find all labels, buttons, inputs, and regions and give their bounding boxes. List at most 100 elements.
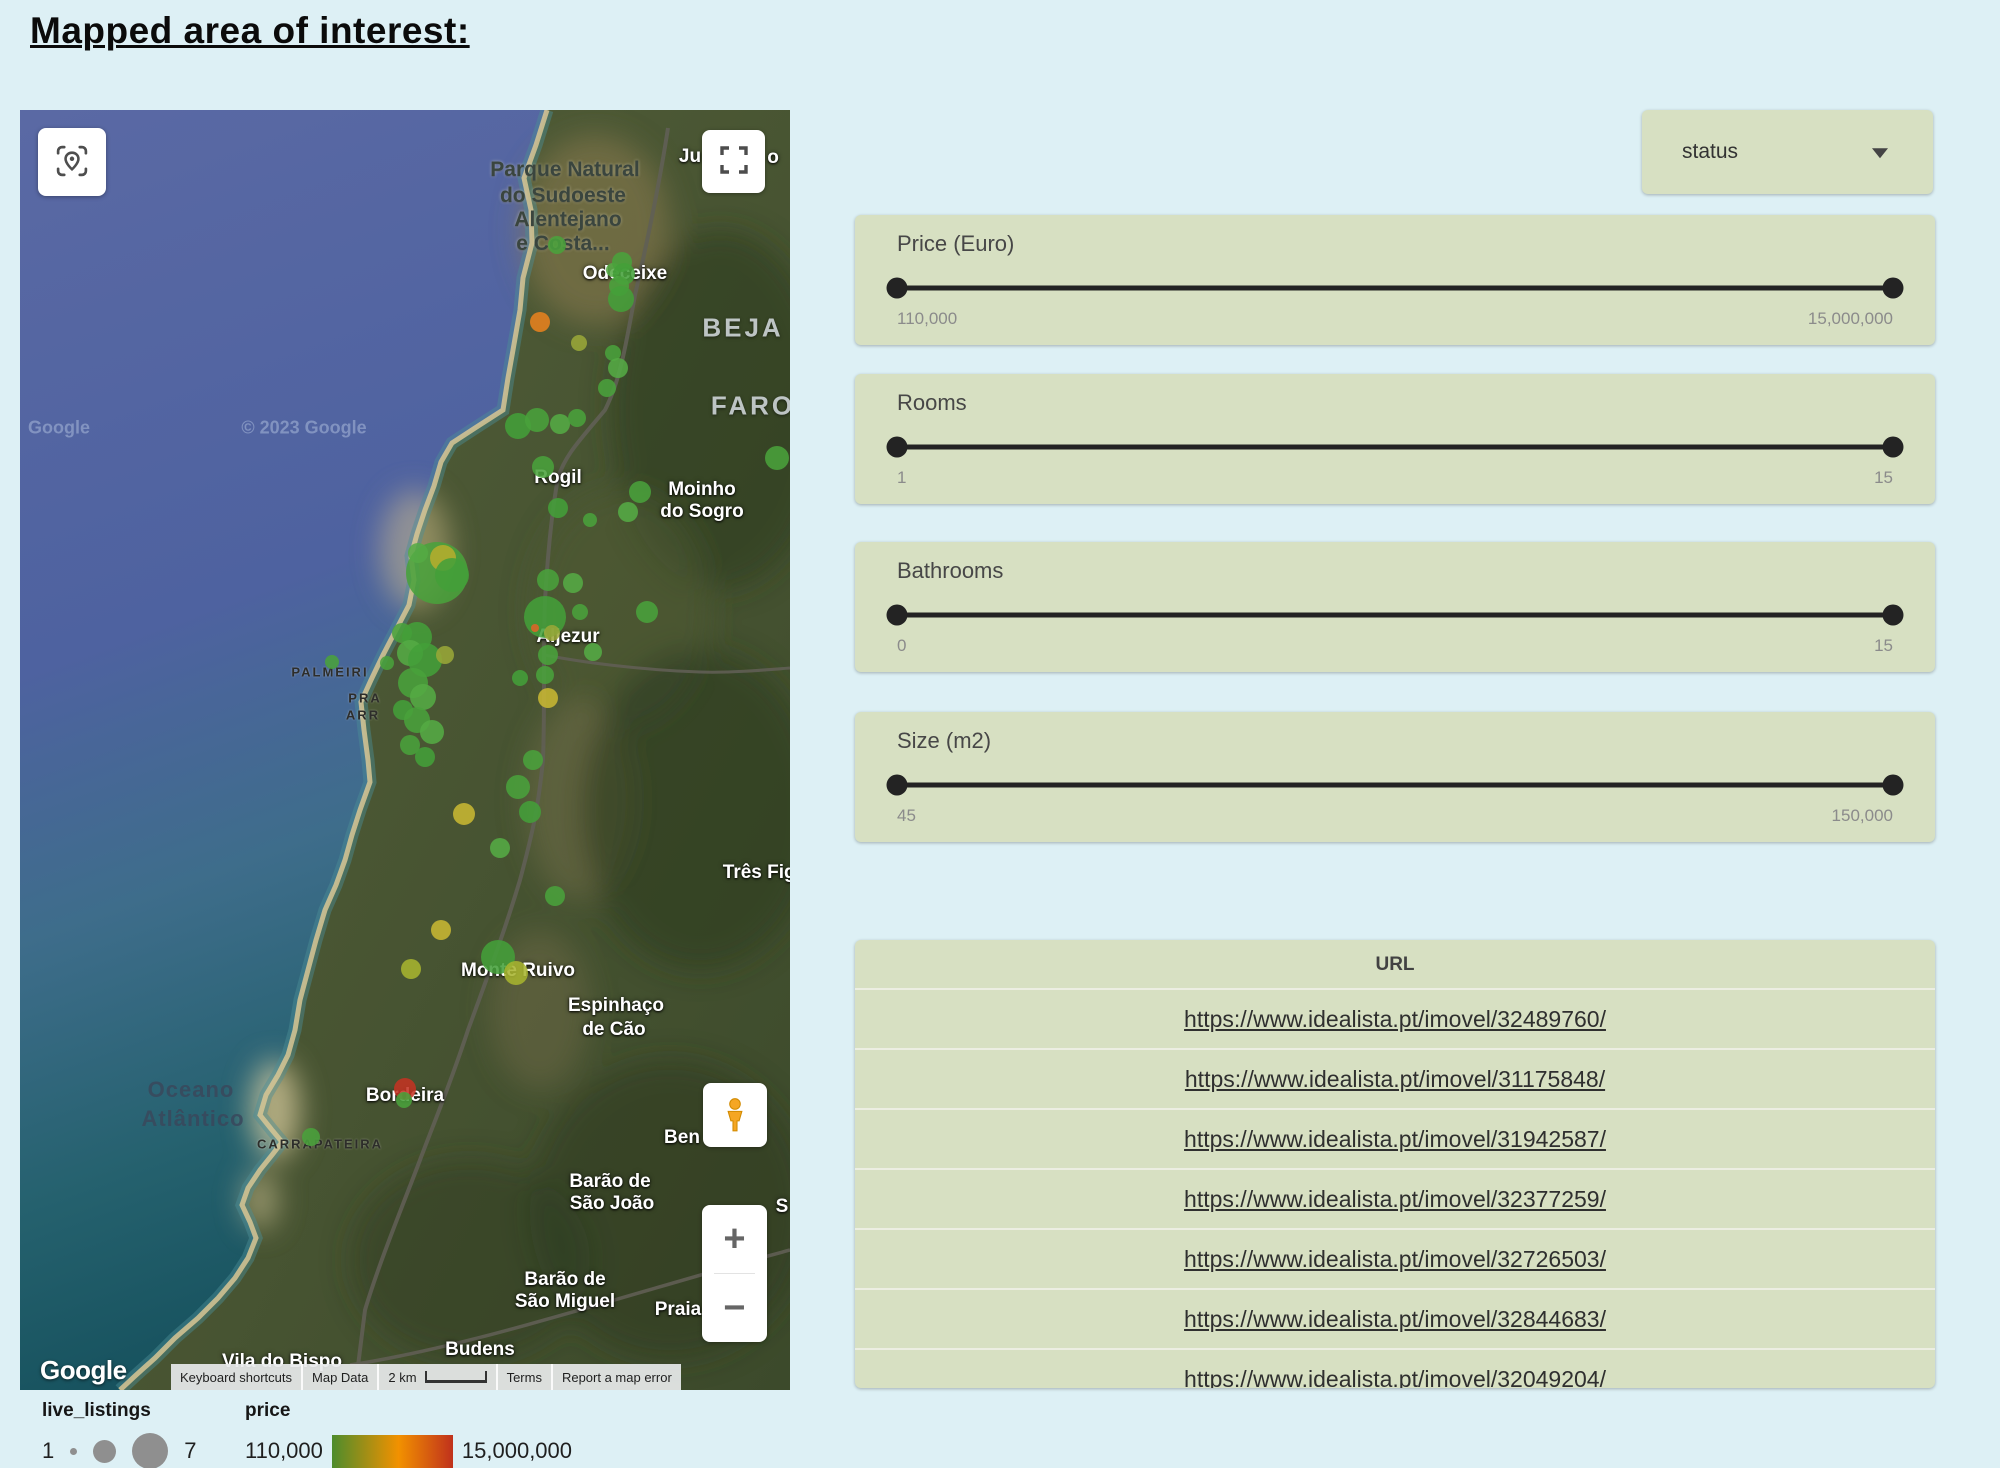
listing-link[interactable]: https://www.idealista.pt/imovel/32049204… (1184, 1366, 1606, 1389)
bathrooms-slider-track[interactable] (897, 613, 1893, 618)
size-filter-card: Size (m2) 45 150,000 (855, 712, 1935, 842)
bathrooms-slider-min-handle[interactable] (887, 605, 908, 626)
fullscreen-icon (716, 142, 752, 181)
listing-marker[interactable] (618, 502, 638, 522)
bathrooms-slider-max-handle[interactable] (1883, 605, 1904, 626)
listing-marker[interactable] (435, 558, 469, 592)
google-logo: Google (40, 1355, 127, 1386)
listing-marker[interactable] (636, 601, 658, 623)
listing-marker[interactable] (563, 573, 583, 593)
listing-marker[interactable] (408, 543, 428, 563)
listing-marker[interactable] (401, 959, 421, 979)
listing-marker[interactable] (530, 312, 550, 332)
rooms-slider-min-handle[interactable] (887, 437, 908, 458)
status-dropdown[interactable]: status (1642, 110, 1933, 194)
listing-marker[interactable] (410, 684, 436, 710)
rooms-slider-max-handle[interactable] (1883, 437, 1904, 458)
listing-marker[interactable] (550, 414, 570, 434)
size-slider-max-handle[interactable] (1883, 775, 1904, 796)
keyboard-shortcuts-link[interactable]: Keyboard shortcuts (171, 1364, 301, 1390)
status-dropdown-label: status (1682, 140, 1738, 164)
listing-link[interactable]: https://www.idealista.pt/imovel/31942587… (1184, 1126, 1606, 1153)
listing-marker[interactable] (436, 646, 454, 664)
fullscreen-button[interactable] (702, 130, 765, 193)
size-slider-min-handle[interactable] (887, 775, 908, 796)
listing-marker[interactable] (532, 456, 554, 478)
listing-marker[interactable] (608, 358, 628, 378)
listing-marker[interactable] (598, 379, 616, 397)
listing-link[interactable]: https://www.idealista.pt/imovel/32726503… (1184, 1246, 1606, 1273)
map-data-link[interactable]: Map Data (301, 1364, 377, 1390)
listing-marker[interactable] (512, 670, 528, 686)
listing-marker[interactable] (536, 666, 554, 684)
listing-marker[interactable] (420, 720, 444, 744)
report-map-error-link[interactable]: Report a map error (551, 1364, 681, 1390)
listing-marker[interactable] (380, 656, 394, 670)
rooms-min-value: 1 (897, 468, 906, 488)
listing-marker[interactable] (453, 803, 475, 825)
listing-marker[interactable] (571, 335, 587, 351)
legend-price-min: 110,000 (245, 1438, 323, 1464)
listing-marker[interactable] (584, 643, 602, 661)
size-slider-track[interactable] (897, 783, 1893, 788)
bathrooms-min-value: 0 (897, 636, 906, 656)
listing-marker[interactable] (629, 481, 651, 503)
listing-marker[interactable] (568, 409, 586, 427)
zoom-in-button[interactable]: + (702, 1205, 767, 1273)
listing-marker[interactable] (431, 920, 451, 940)
map-attribution-bar: Keyboard shortcuts Map Data 2 km Terms R… (171, 1364, 790, 1390)
listing-marker[interactable] (525, 408, 549, 432)
listing-link[interactable]: https://www.idealista.pt/imovel/32844683… (1184, 1306, 1606, 1333)
listing-marker[interactable] (325, 655, 339, 669)
listing-marker[interactable] (572, 604, 588, 620)
rooms-slider-track[interactable] (897, 445, 1893, 450)
terms-link[interactable]: Terms (496, 1364, 551, 1390)
live-listings-legend: 1 7 (42, 1430, 197, 1468)
listing-marker[interactable] (544, 625, 560, 641)
listing-marker[interactable] (531, 624, 539, 632)
map-scale: 2 km (377, 1364, 495, 1390)
listing-marker[interactable] (490, 838, 510, 858)
listing-marker[interactable] (538, 645, 558, 665)
listing-marker[interactable] (538, 688, 558, 708)
select-area-button[interactable] (38, 128, 106, 196)
size-slider-label: Size (m2) (897, 728, 991, 754)
bathrooms-slider[interactable] (855, 595, 1935, 635)
listing-marker[interactable] (583, 513, 597, 527)
rooms-slider-label: Rooms (897, 390, 967, 416)
listing-marker[interactable] (302, 1128, 320, 1146)
price-legend: 110,000 15,000,000 (245, 1430, 572, 1468)
listing-marker[interactable] (519, 801, 541, 823)
price-slider-max-handle[interactable] (1883, 278, 1904, 299)
listing-marker[interactable] (548, 236, 566, 254)
map[interactable]: Parque Naturaldo SudoesteAlentejanoe Cos… (20, 110, 790, 1390)
listing-marker[interactable] (548, 498, 568, 518)
size-slider[interactable] (855, 765, 1935, 805)
listing-link[interactable]: https://www.idealista.pt/imovel/32489760… (1184, 1006, 1606, 1033)
listing-link[interactable]: https://www.idealista.pt/imovel/31175848… (1185, 1066, 1605, 1093)
rooms-filter-card: Rooms 1 15 (855, 374, 1935, 504)
url-row: https://www.idealista.pt/imovel/32726503… (855, 1228, 1935, 1288)
price-gradient-bar (332, 1435, 453, 1468)
price-slider[interactable] (855, 268, 1935, 308)
url-row: https://www.idealista.pt/imovel/31942587… (855, 1108, 1935, 1168)
listing-marker[interactable] (415, 747, 435, 767)
price-slider-track[interactable] (897, 286, 1893, 291)
listing-marker[interactable] (545, 886, 565, 906)
rooms-slider[interactable] (855, 427, 1935, 467)
pegman-button[interactable] (703, 1083, 767, 1147)
url-table-header: URL (855, 940, 1935, 988)
price-slider-min-handle[interactable] (887, 278, 908, 299)
listing-marker[interactable] (504, 961, 528, 985)
listing-marker[interactable] (396, 1092, 412, 1108)
listing-marker[interactable] (537, 569, 559, 591)
listing-marker[interactable] (765, 446, 789, 470)
listing-link[interactable]: https://www.idealista.pt/imovel/32377259… (1184, 1186, 1606, 1213)
pegman-icon (716, 1095, 754, 1136)
listing-marker[interactable] (523, 750, 543, 770)
page-title: Mapped area of interest: (30, 10, 470, 52)
listing-marker[interactable] (608, 286, 634, 312)
zoom-out-button[interactable]: − (702, 1274, 767, 1342)
listing-marker[interactable] (506, 775, 530, 799)
price-filter-card: Price (Euro) 110,000 15,000,000 (855, 215, 1935, 345)
